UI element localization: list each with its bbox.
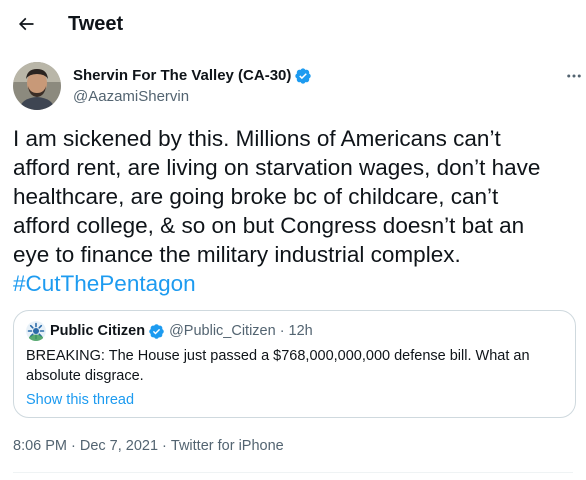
more-horizontal-icon: [567, 74, 581, 78]
public-citizen-logo-icon: [26, 321, 46, 341]
author-name[interactable]: Shervin For The Valley (CA-30): [73, 66, 291, 86]
quoted-author-handle: @Public_Citizen: [169, 323, 276, 339]
author-name-line: Shervin For The Valley (CA-30): [73, 66, 312, 86]
separator-dot: ·: [71, 438, 76, 454]
separator-dot: ·: [162, 438, 167, 454]
quoted-author-name: Public Citizen: [50, 323, 146, 339]
verified-badge-icon: [295, 68, 312, 84]
tweet-author: Shervin For The Valley (CA-30) @AazamiSh…: [13, 62, 581, 112]
hashtag-link[interactable]: #CutThePentagon: [13, 271, 196, 296]
page-title: Tweet: [68, 13, 124, 35]
more-options-button[interactable]: [562, 64, 586, 88]
verified-badge-icon: [149, 323, 164, 339]
tweet-source-link[interactable]: Twitter for iPhone: [171, 438, 284, 454]
quoted-tweet-time: 12h: [288, 323, 313, 339]
quoted-tweet-text: BREAKING: The House just passed a $768,0…: [26, 348, 530, 384]
avatar[interactable]: [13, 62, 61, 110]
separator-dot: ·: [279, 323, 285, 339]
tweet-body: I am sickened by this. Millions of Ameri…: [13, 126, 541, 267]
tweet-date-link[interactable]: Dec 7, 2021: [80, 438, 158, 454]
profile-photo-icon: [13, 62, 61, 110]
author-handle[interactable]: @AazamiShervin: [73, 87, 189, 107]
tweet-text: I am sickened by this. Millions of Ameri…: [13, 124, 573, 298]
show-thread-link[interactable]: Show this thread: [26, 390, 134, 410]
tweet-time-link[interactable]: 8:06 PM: [13, 438, 67, 454]
quoted-tweet-card[interactable]: Public Citizen @Public_Citizen · 12h BRE…: [13, 310, 576, 418]
quoted-tweet-header: Public Citizen @Public_Citizen · 12h: [26, 321, 313, 341]
arrow-left-icon: [18, 17, 34, 31]
back-button[interactable]: [8, 6, 44, 42]
top-header: Tweet: [0, 0, 586, 50]
tweet-meta: 8:06 PM · Dec 7, 2021 · Twitter for iPho…: [13, 436, 284, 456]
divider: [13, 472, 573, 473]
